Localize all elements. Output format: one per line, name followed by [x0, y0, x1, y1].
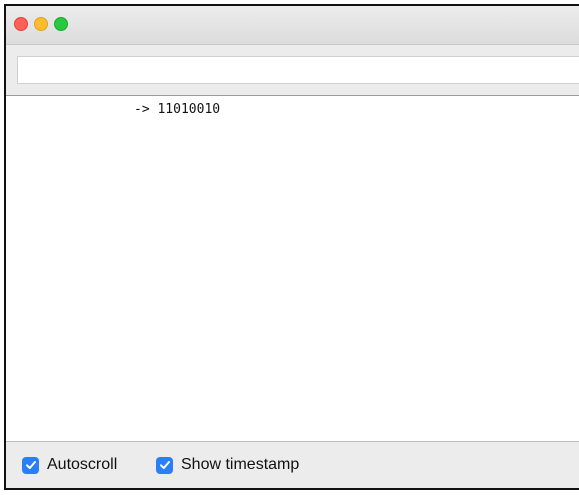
title-bar [6, 6, 579, 45]
checkbox-checked-icon[interactable] [156, 456, 173, 474]
serial-monitor-window: -> 11010010 Autoscroll Show timestamp [4, 4, 579, 490]
checkmark-icon [159, 461, 170, 469]
autoscroll-checkbox[interactable]: Autoscroll [22, 456, 117, 474]
minimize-window-button[interactable] [34, 17, 48, 31]
show-timestamp-label: Show timestamp [181, 456, 300, 473]
close-window-button[interactable] [14, 17, 28, 31]
footer-bar: Autoscroll Show timestamp [6, 441, 579, 488]
checkmark-icon [25, 461, 36, 469]
autoscroll-label: Autoscroll [47, 456, 118, 473]
send-toolbar [6, 45, 579, 96]
output-line: -> 11010010 [6, 102, 220, 117]
show-timestamp-checkbox[interactable]: Show timestamp [156, 456, 299, 474]
output-line-text: -> 11010010 [134, 102, 221, 117]
send-input[interactable] [17, 56, 579, 84]
checkbox-checked-icon[interactable] [22, 456, 39, 474]
serial-output-area[interactable]: -> 11010010 [6, 96, 579, 442]
maximize-window-button[interactable] [54, 17, 68, 31]
